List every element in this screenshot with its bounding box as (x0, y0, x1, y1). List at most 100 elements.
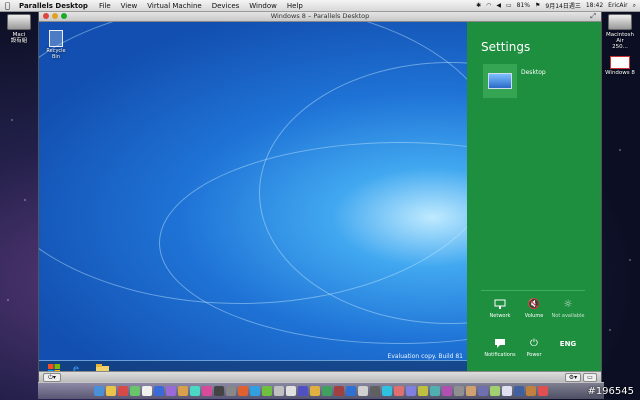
vm-label: Windows 8 (605, 70, 635, 76)
power-label: Power (526, 352, 542, 358)
minimize-icon[interactable] (52, 13, 58, 19)
recycle-bin[interactable]: Recycle Bin (43, 30, 69, 60)
dock-app-icon[interactable] (226, 386, 236, 396)
quick-setting-volume[interactable]: 🔇 Volume (517, 299, 551, 319)
quick-setting-power[interactable]: ⏻ Power (517, 338, 551, 358)
dock-app-icon[interactable] (478, 386, 488, 396)
network-icon (483, 299, 517, 313)
desktop-tile-label: Desktop (521, 69, 546, 76)
dock-app-icon[interactable] (214, 386, 224, 396)
quick-setting-notifications[interactable]: Notifications (483, 338, 517, 358)
dock-app-icon[interactable] (538, 386, 548, 396)
dock-app-icon[interactable] (442, 386, 452, 396)
windows-desktop: Recycle Bin Evaluation copy. Build 81 e … (39, 22, 601, 377)
windows-vm-icon (610, 56, 630, 69)
close-icon[interactable] (43, 13, 49, 19)
dock-app-icon[interactable] (118, 386, 128, 396)
window-controls (43, 13, 67, 19)
settings-title: Settings (481, 40, 531, 54)
user-name[interactable]: EricAir (608, 2, 627, 9)
power-icon: ⏻ (530, 338, 538, 349)
vm-view-button[interactable]: ▭ (583, 373, 597, 382)
menu-file[interactable]: File (99, 2, 111, 10)
dock-app-icon[interactable] (286, 386, 296, 396)
dock-app-icon[interactable] (130, 386, 140, 396)
dock-app-icon[interactable] (406, 386, 416, 396)
vm-window: Windows 8 – Parallels Desktop ⤢ Recycle … (38, 10, 602, 383)
battery-icon[interactable]: ▭ (506, 2, 512, 9)
drive-sublabel: 設有組 (10, 38, 28, 44)
fullscreen-icon[interactable]: ⤢ (590, 11, 596, 21)
bluetooth-icon[interactable]: ✱ (476, 2, 481, 9)
dock-app-icon[interactable] (274, 386, 284, 396)
vm-power-button[interactable]: ⏻▾ (43, 373, 61, 382)
zoom-icon[interactable] (61, 13, 67, 19)
dock-app-icon[interactable] (310, 386, 320, 396)
dock-app-icon[interactable] (334, 386, 344, 396)
evaluation-watermark: Evaluation copy. Build 81 (387, 353, 463, 360)
dock-app-icon[interactable] (490, 386, 500, 396)
wifi-icon[interactable]: ◠ (486, 2, 491, 9)
vm-titlebar[interactable]: Windows 8 – Parallels Desktop ⤢ (39, 11, 601, 22)
vm-title: Windows 8 – Parallels Desktop (270, 12, 370, 20)
notifications-label: Notifications (484, 352, 516, 358)
dock-app-icon[interactable] (418, 386, 428, 396)
dock-app-icon[interactable] (190, 386, 200, 396)
dock-app-icon[interactable] (502, 386, 512, 396)
settings-charm-pane: Settings Desktop Network 🔇 Volume ☼ Not … (467, 22, 601, 377)
desktop-monitor-icon (488, 73, 512, 89)
hard-drive-icon (608, 14, 632, 30)
dock-app-icon[interactable] (106, 386, 116, 396)
dock-app-icon[interactable] (154, 386, 164, 396)
flag-icon[interactable]: ⚑ (535, 2, 540, 9)
drive-sublabel: 250... (612, 44, 628, 50)
menu-view[interactable]: View (121, 2, 138, 10)
keyboard-icon: ENG (559, 340, 577, 348)
apple-icon[interactable]:  (5, 1, 15, 10)
date-text[interactable]: 9月14日週三 (545, 1, 580, 10)
menu-devices[interactable]: Devices (212, 2, 240, 10)
dock-app-icon[interactable] (358, 386, 368, 396)
spotlight-icon[interactable]: ⌕ (633, 2, 636, 10)
quick-setting-brightness: ☼ Not available (551, 299, 585, 319)
divider (481, 290, 585, 291)
desktop-windows8-vm[interactable]: Windows 8 (602, 56, 638, 76)
dock-app-icon[interactable] (454, 386, 464, 396)
volume-icon[interactable]: ◀ (496, 2, 501, 9)
drive-label: Macintosh Air (605, 32, 635, 44)
dock-app-icon[interactable] (202, 386, 212, 396)
network-label: Network (489, 313, 511, 319)
desktop-drive-left[interactable]: Maci 設有組 (2, 14, 36, 44)
status-area: ✱ ◠ ◀ ▭ 81% ⚑ 9月14日週三 18:42 EricAir ⌕ (476, 0, 636, 11)
menu-window[interactable]: Window (249, 2, 277, 10)
dock-app-icon[interactable] (466, 386, 476, 396)
dock-app-icon[interactable] (298, 386, 308, 396)
dock-app-icon[interactable] (262, 386, 272, 396)
hard-drive-icon (7, 14, 31, 30)
dock-app-icon[interactable] (166, 386, 176, 396)
vm-settings-button[interactable]: ⚙▾ (565, 373, 581, 382)
app-menu[interactable]: Parallels Desktop (19, 2, 88, 10)
dock-app-icon[interactable] (346, 386, 356, 396)
dock-app-icon[interactable] (382, 386, 392, 396)
desktop-drive-right[interactable]: Macintosh Air 250... (602, 14, 638, 50)
dock-app-icon[interactable] (526, 386, 536, 396)
dock-app-icon[interactable] (250, 386, 260, 396)
dock-app-icon[interactable] (322, 386, 332, 396)
vm-status-bar: ⏻▾ ⚙▾ ▭ (39, 371, 601, 382)
dock-app-icon[interactable] (430, 386, 440, 396)
quick-setting-network[interactable]: Network (483, 299, 517, 319)
dock-app-icon[interactable] (238, 386, 248, 396)
dock-app-icon[interactable] (142, 386, 152, 396)
clock-text[interactable]: 18:42 (586, 2, 603, 9)
dock-app-icon[interactable] (394, 386, 404, 396)
dock-app-icon[interactable] (370, 386, 380, 396)
quick-setting-keyboard[interactable]: ENG (551, 338, 585, 352)
desktop-tile[interactable] (483, 64, 517, 98)
brightness-icon: ☼ (563, 299, 573, 310)
menu-help[interactable]: Help (287, 2, 303, 10)
dock-app-icon[interactable] (178, 386, 188, 396)
dock-app-icon[interactable] (94, 386, 104, 396)
menu-virtual-machine[interactable]: Virtual Machine (147, 2, 201, 10)
dock-app-icon[interactable] (514, 386, 524, 396)
